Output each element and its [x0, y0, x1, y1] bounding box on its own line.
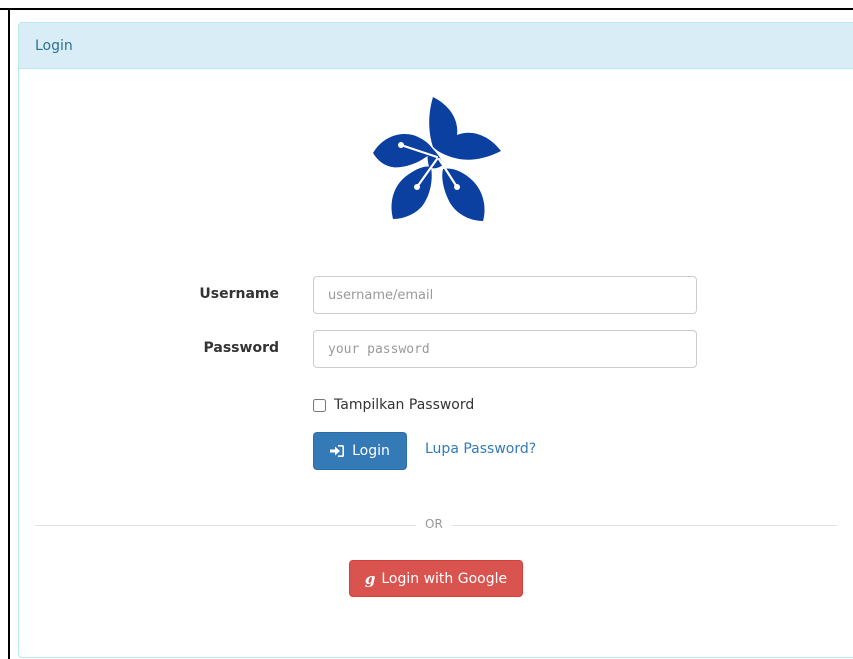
google-login-label: Login with Google	[381, 570, 508, 587]
screen: Login Username username/email Password T…	[0, 0, 853, 659]
username-label: Username	[199, 286, 279, 302]
forgot-password-link[interactable]: Lupa Password?	[425, 441, 536, 457]
login-panel: Login Username username/email Password T…	[18, 22, 853, 658]
show-password-checkbox[interactable]	[313, 398, 326, 412]
panel-heading: Login	[19, 23, 853, 69]
window-left-border	[8, 8, 10, 659]
sign-in-icon	[330, 445, 345, 457]
window-border	[0, 8, 853, 10]
login-button[interactable]: Login	[313, 432, 407, 470]
top-cropped-window-edge	[0, 0, 853, 20]
show-password-label[interactable]: Tampilkan Password	[334, 397, 474, 413]
password-label: Password	[203, 340, 279, 356]
username-input[interactable]	[313, 276, 697, 314]
password-input[interactable]	[313, 330, 697, 368]
google-icon: g	[364, 569, 376, 588]
flower-logo-icon	[373, 97, 501, 221]
login-button-label: Login	[352, 443, 390, 459]
show-password-row: Tampilkan Password	[313, 395, 474, 415]
or-text: OR	[416, 517, 452, 531]
google-login-button[interactable]: g Login with Google	[349, 560, 523, 597]
